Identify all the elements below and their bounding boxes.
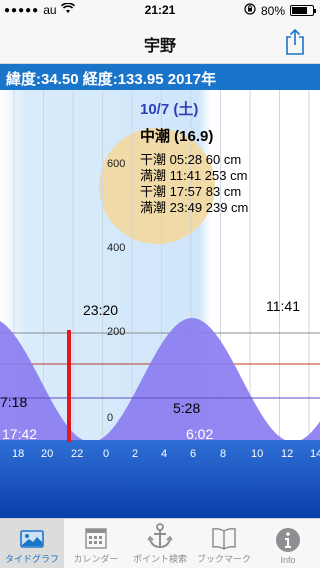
tab-info[interactable]: Info <box>256 519 320 568</box>
low-tide-label: 7:18 <box>0 394 28 410</box>
share-icon <box>286 28 304 55</box>
low-tide-label: 5:28 <box>173 400 201 416</box>
battery-fill <box>292 7 308 14</box>
rotation-lock-icon <box>244 3 256 18</box>
photo-icon <box>20 530 44 548</box>
y-tick-label: 400 <box>107 242 126 254</box>
info-icon <box>276 528 300 552</box>
sun-time-label: 6:02 <box>186 426 214 442</box>
y-tick-label: 200 <box>107 326 126 338</box>
x-tick-label: 18 <box>12 448 25 460</box>
tab-tide-graph[interactable]: タイドグラフ <box>0 519 64 568</box>
calendar-icon <box>85 528 107 549</box>
anchor-icon <box>147 523 173 549</box>
tab-label: ブックマーク <box>196 554 251 564</box>
share-button[interactable] <box>284 28 306 56</box>
y-tick-label: 0 <box>107 412 114 424</box>
tide-chart[interactable]: 10/7 (土) 中潮 (16.9) 干潮 05:28 60 cm 満潮 11:… <box>0 90 320 518</box>
x-tick-label: 8 <box>220 448 227 460</box>
tab-bookmark[interactable]: ブックマーク <box>192 519 256 568</box>
tide-time-row: 満潮 23:49 239 cm <box>140 200 249 215</box>
tab-label: カレンダー <box>73 554 119 564</box>
tab-point-search[interactable]: ポイント検索 <box>128 519 192 568</box>
tab-label: タイドグラフ <box>4 554 59 564</box>
tab-label: ポイント検索 <box>132 554 187 564</box>
date-label: 10/7 (土) <box>140 101 199 118</box>
x-tick-label: 6 <box>190 448 197 460</box>
tide-times-list: 干潮 05:28 60 cm 満潮 11:41 253 cm 干潮 17:57 … <box>140 152 290 216</box>
tab-calendar[interactable]: カレンダー <box>64 519 128 568</box>
x-tick-label: 10 <box>251 448 264 460</box>
x-tick-label: 20 <box>41 448 54 460</box>
book-icon <box>212 528 236 550</box>
navigation-bar: 宇野 <box>0 20 320 64</box>
high-tide-label: 11:41 <box>266 298 300 314</box>
status-bar: ●●●●● au 21:21 80% <box>0 0 320 20</box>
x-tick-label: 22 <box>71 448 84 460</box>
x-tick-label: 4 <box>161 448 168 460</box>
sun-time-label: 17:42 <box>2 426 38 442</box>
tide-name-label: 中潮 (16.9) <box>140 128 214 145</box>
battery-percent: 80% <box>260 3 285 18</box>
battery-icon <box>290 5 316 16</box>
tide-time-row: 干潮 17:57 83 cm <box>140 184 242 199</box>
high-tide-label: 23:20 <box>83 302 119 318</box>
tide-time-row: 干潮 05:28 60 cm <box>140 152 242 167</box>
tide-time-row: 満潮 11:41 253 cm <box>140 168 248 183</box>
status-right: 80% <box>244 3 316 18</box>
x-tick-label: 2 <box>132 448 139 460</box>
x-tick-label: 12 <box>281 448 294 460</box>
tab-bar: タイドグラフ カレンダー ポイント検索 ブックマーク Info <box>0 518 320 568</box>
tab-label: Info <box>280 555 296 565</box>
page-title: 宇野 <box>143 38 176 55</box>
coordinates-banner: 緯度:34.50 経度:133.95 2017年 <box>0 64 320 90</box>
x-tick-label: 0 <box>103 448 110 460</box>
y-tick-label: 600 <box>107 158 126 170</box>
day-info-panel: 10/7 (土) 中潮 (16.9) 干潮 05:28 60 cm 満潮 11:… <box>140 98 290 216</box>
x-tick-label: 14 <box>310 448 320 460</box>
